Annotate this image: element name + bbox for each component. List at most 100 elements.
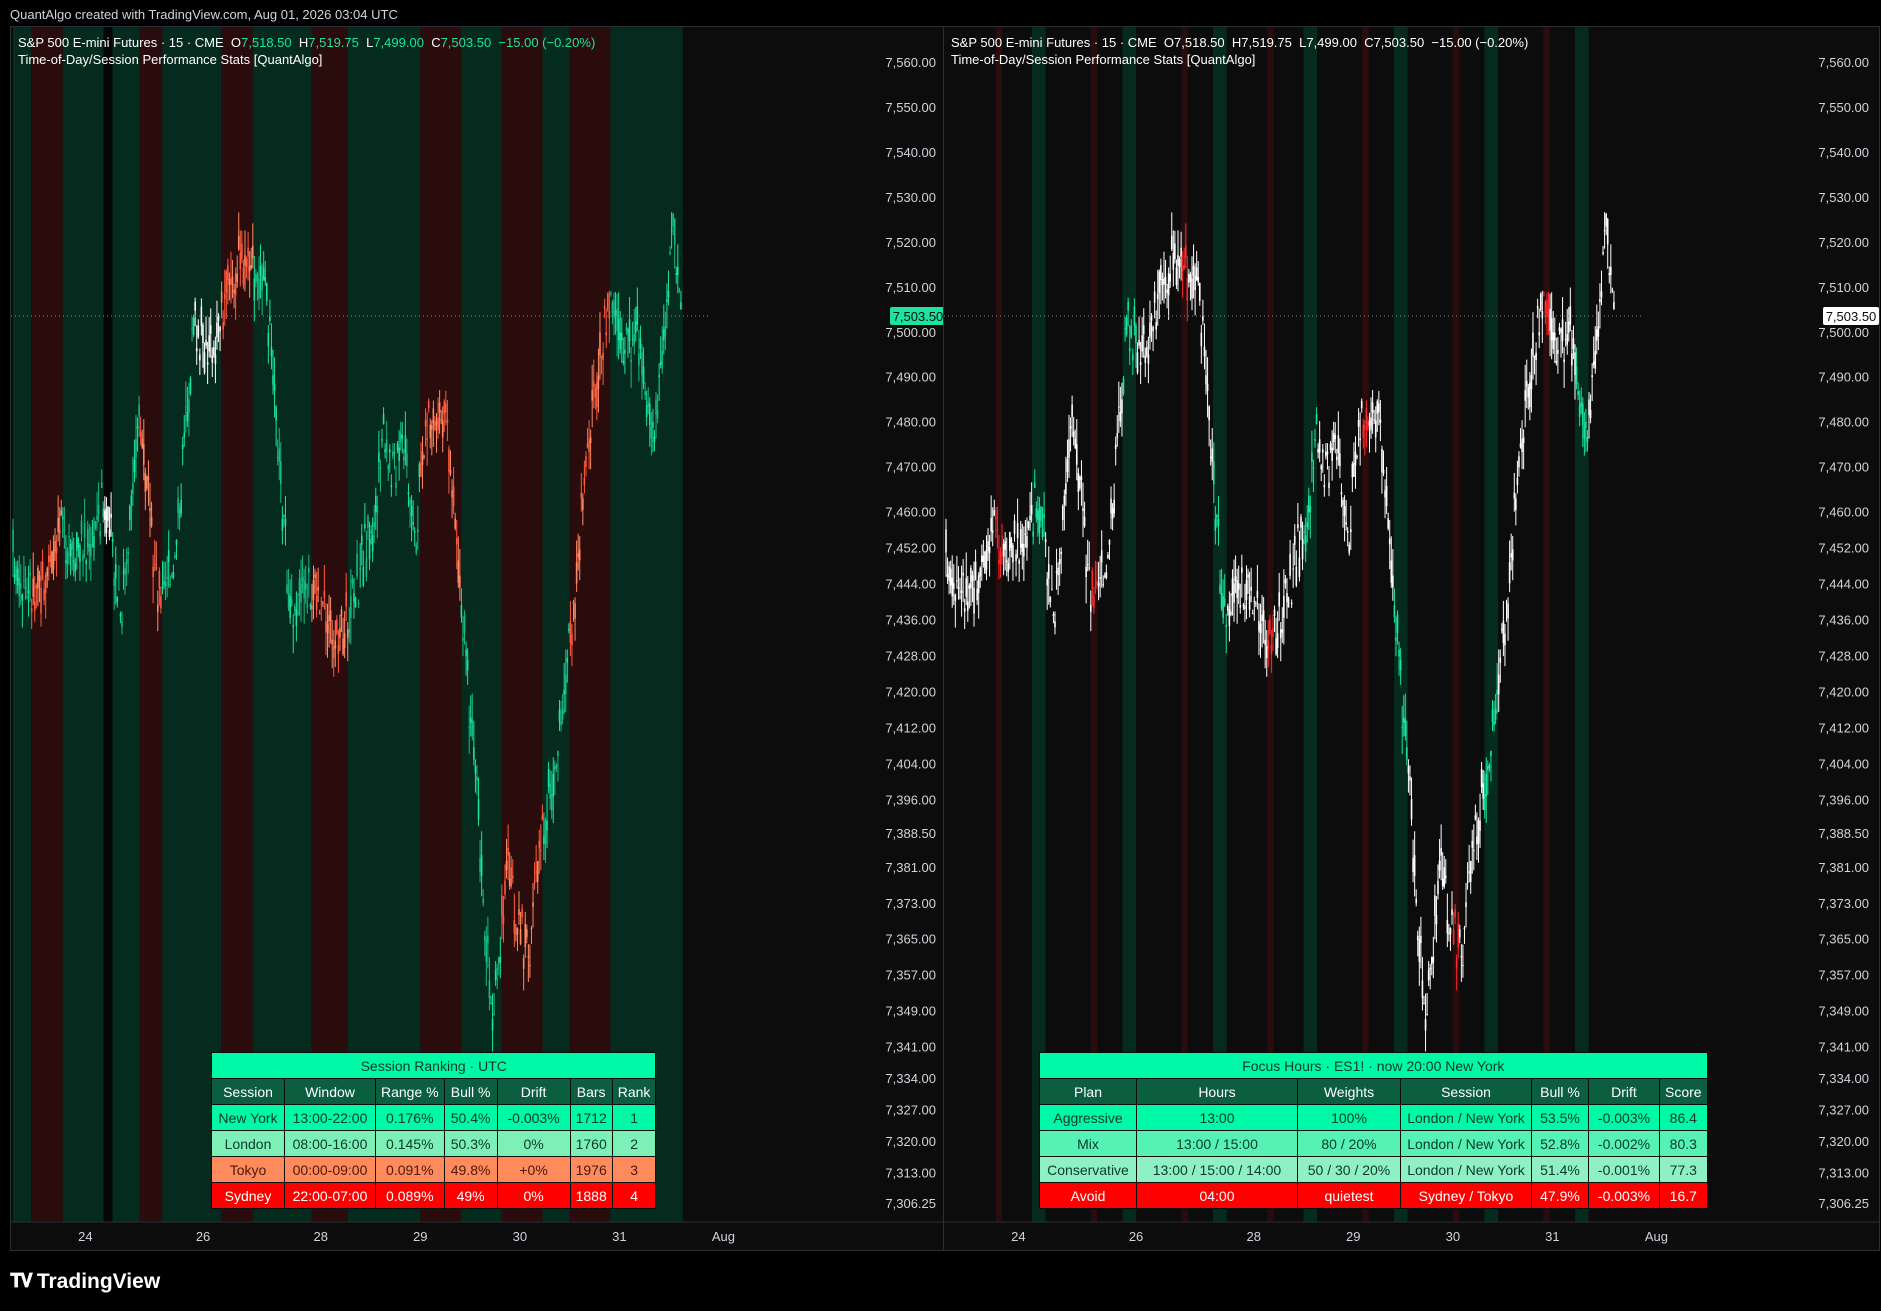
- candle-body: [1379, 419, 1382, 423]
- focus-table-cell: 52.8%: [1531, 1130, 1589, 1157]
- candle-body: [1269, 619, 1271, 634]
- chart-pane-left[interactable]: S&P 500 E-mini Futures · 15 · CME O7,518…: [10, 26, 947, 1251]
- indicator-label[interactable]: Time-of-Day/Session Performance Stats [Q…: [951, 51, 1528, 68]
- candle-body: [404, 435, 407, 454]
- candle-body: [1351, 464, 1354, 478]
- candle-body: [624, 349, 626, 354]
- candle-body: [572, 602, 575, 604]
- candle-body: [516, 927, 519, 935]
- candle-body: [368, 539, 371, 560]
- candle-body: [1203, 346, 1206, 357]
- candle-body: [1035, 508, 1038, 518]
- candle-body: [413, 530, 416, 533]
- candle-body: [575, 562, 578, 584]
- candle-body: [346, 629, 349, 638]
- candle-body: [540, 850, 542, 852]
- candle-body: [206, 362, 209, 365]
- y-tick-label: 7,510.00: [885, 280, 936, 295]
- candle-body: [1089, 604, 1092, 612]
- candle-body: [666, 299, 668, 303]
- candle-body: [1156, 293, 1159, 300]
- candle-body: [1449, 927, 1452, 935]
- candle-body: [1174, 243, 1176, 259]
- candle-body: [133, 459, 136, 472]
- chart-pane-right[interactable]: S&P 500 E-mini Futures · 15 · CME O7,518…: [943, 26, 1880, 1251]
- candle-body: [359, 568, 362, 570]
- last-price-label: 7,503.50: [1826, 309, 1877, 324]
- y-tick-label: 7,470.00: [1818, 460, 1869, 475]
- candle-body: [329, 610, 332, 621]
- candle-body: [41, 561, 44, 581]
- y-tick-label: 7,404.00: [1818, 756, 1869, 771]
- y-tick-label: 7,396.00: [1818, 792, 1869, 807]
- candle-body: [362, 566, 365, 586]
- candle-body: [102, 508, 105, 518]
- candle-body: [1227, 606, 1229, 611]
- candle-body: [286, 584, 288, 593]
- candle-body: [638, 353, 640, 366]
- col-header-bull: Bull %: [1531, 1078, 1589, 1105]
- candle-body: [1019, 529, 1022, 548]
- candle-body: [1589, 409, 1592, 419]
- session-table-cell: +0%: [496, 1156, 571, 1183]
- candle-body: [1487, 766, 1489, 770]
- candle-body: [633, 334, 636, 345]
- candle-body: [1058, 558, 1061, 564]
- candle-body: [1596, 329, 1598, 341]
- candle-body: [1242, 604, 1245, 607]
- candle-body: [1497, 674, 1500, 695]
- candle-body: [1329, 443, 1332, 451]
- y-tick-label: 7,560.00: [1818, 55, 1869, 70]
- candle-body: [588, 438, 590, 452]
- candle-body: [382, 414, 385, 425]
- candle-body: [550, 794, 553, 811]
- indicator-label[interactable]: Time-of-Day/Session Performance Stats [Q…: [18, 51, 595, 68]
- candle-body: [622, 360, 625, 364]
- change-value: −15.00 (−0.20%): [498, 35, 596, 50]
- candle-body: [315, 595, 318, 610]
- candle-body: [511, 875, 514, 879]
- candle-body: [90, 544, 92, 557]
- candle-body: [585, 456, 587, 468]
- candle-body: [658, 375, 660, 378]
- candle-body: [225, 271, 228, 293]
- x-tick-label: 26: [196, 1229, 210, 1244]
- candle-body: [1452, 929, 1455, 945]
- session-table-cell: 1: [611, 1104, 657, 1131]
- candle-body: [1149, 322, 1151, 338]
- x-tick-label: 29: [1346, 1229, 1360, 1244]
- y-tick-label: 7,396.00: [885, 792, 936, 807]
- candle-body: [1009, 532, 1011, 551]
- candle-body: [1026, 536, 1028, 548]
- candle-body: [216, 322, 218, 338]
- candle-body: [1010, 538, 1013, 548]
- candle-body: [146, 476, 148, 489]
- candle-body: [979, 567, 982, 577]
- candle-body: [1127, 301, 1129, 311]
- tradingview-logo-icon: 𝐓𝐕: [10, 1271, 33, 1292]
- candle-body: [1253, 600, 1256, 602]
- candle-body: [981, 555, 983, 563]
- candle-body: [639, 338, 642, 349]
- candle-body: [290, 598, 293, 606]
- candle-body: [628, 319, 631, 342]
- candle-body: [652, 421, 654, 428]
- y-tick-label: 7,313.00: [1818, 1166, 1869, 1181]
- candle-body: [1188, 273, 1190, 283]
- y-tick-label: 7,373.00: [1818, 896, 1869, 911]
- candle-body: [97, 504, 100, 515]
- candle-body: [1362, 424, 1365, 438]
- candle-body: [390, 484, 393, 488]
- candle-body: [1522, 437, 1525, 444]
- focus-table-cell: 53.5%: [1531, 1104, 1589, 1131]
- candle-body: [1381, 448, 1383, 472]
- tradingview-logo[interactable]: 𝐓𝐕 TradingView: [10, 1270, 160, 1294]
- candle-body: [373, 522, 376, 528]
- candle-body: [1332, 433, 1335, 443]
- candle-body: [1021, 543, 1024, 552]
- candle-body: [128, 505, 131, 520]
- candle-body: [1575, 366, 1578, 384]
- candle-body: [1378, 403, 1380, 413]
- candle-body: [233, 289, 235, 293]
- candle-body: [482, 898, 485, 904]
